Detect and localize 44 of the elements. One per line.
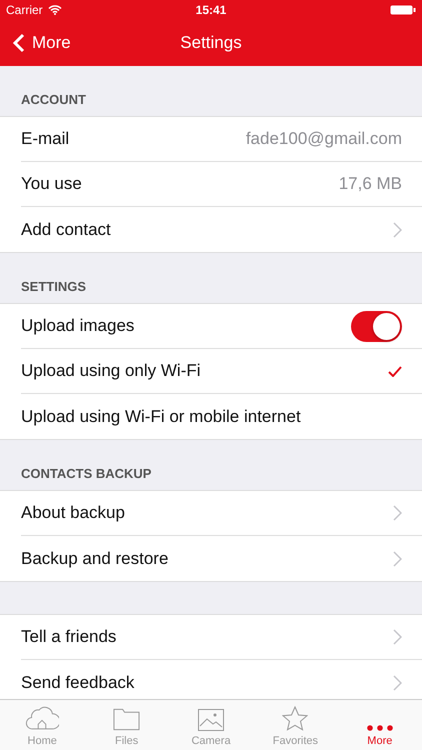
status-time: 15:41 xyxy=(196,3,226,17)
settings-row[interactable]: Send feedback xyxy=(21,660,422,699)
row-label: Send feedback xyxy=(21,672,134,692)
toggle-switch[interactable] xyxy=(351,310,402,342)
settings-row[interactable]: Upload using Wi-Fi or mobile internet xyxy=(21,394,422,439)
row-label: Upload using only Wi-Fi xyxy=(21,361,201,381)
chevron-right-icon xyxy=(393,505,402,521)
carrier-name: Carrier xyxy=(6,3,43,17)
image-icon xyxy=(198,709,224,731)
more-dots-icon xyxy=(366,725,393,731)
settings-row[interactable]: Tell a friends xyxy=(21,615,422,660)
chevron-right-icon xyxy=(393,222,402,238)
settings-row[interactable]: Upload using only Wi-Fi xyxy=(21,349,422,394)
star-icon xyxy=(282,706,308,731)
row-label: Add contact xyxy=(21,220,111,240)
chevron-left-icon xyxy=(13,33,25,53)
settings-row[interactable]: Upload images xyxy=(21,304,422,349)
settings-row[interactable]: You use 17,6 MB xyxy=(21,162,422,207)
row-label: Backup and restore xyxy=(21,548,168,568)
row-label: Tell a friends xyxy=(21,627,116,647)
folder-icon xyxy=(113,707,140,731)
settings-row[interactable]: Add contact xyxy=(21,207,422,252)
row-label: About backup xyxy=(21,503,125,523)
section-header: CONTACTS BACKUP xyxy=(21,466,152,481)
row-label: Upload using Wi-Fi or mobile internet xyxy=(21,406,301,426)
settings-row[interactable]: About backup xyxy=(21,491,422,536)
settings-row[interactable]: E-mail fade100@gmail.com xyxy=(21,117,422,162)
row-label: You use xyxy=(21,174,82,194)
row-label: Upload images xyxy=(21,316,134,336)
row-value: fade100@gmail.com xyxy=(246,129,402,149)
back-button[interactable]: More xyxy=(0,33,71,53)
section-header: SETTINGS xyxy=(21,279,86,294)
row-value: 17,6 MB xyxy=(338,174,402,194)
section-header: ACCOUNT xyxy=(21,92,86,107)
screen-title: Settings xyxy=(180,33,242,53)
battery-icon xyxy=(390,5,416,15)
chevron-right-icon xyxy=(393,629,402,645)
settings-row[interactable]: Backup and restore xyxy=(21,536,422,581)
row-label: E-mail xyxy=(21,129,70,149)
cloud-house-icon xyxy=(25,706,60,731)
chevron-right-icon xyxy=(393,550,402,566)
tab-item[interactable]: More xyxy=(338,700,422,750)
wifi-icon xyxy=(48,5,62,15)
chevron-right-icon xyxy=(393,674,402,690)
